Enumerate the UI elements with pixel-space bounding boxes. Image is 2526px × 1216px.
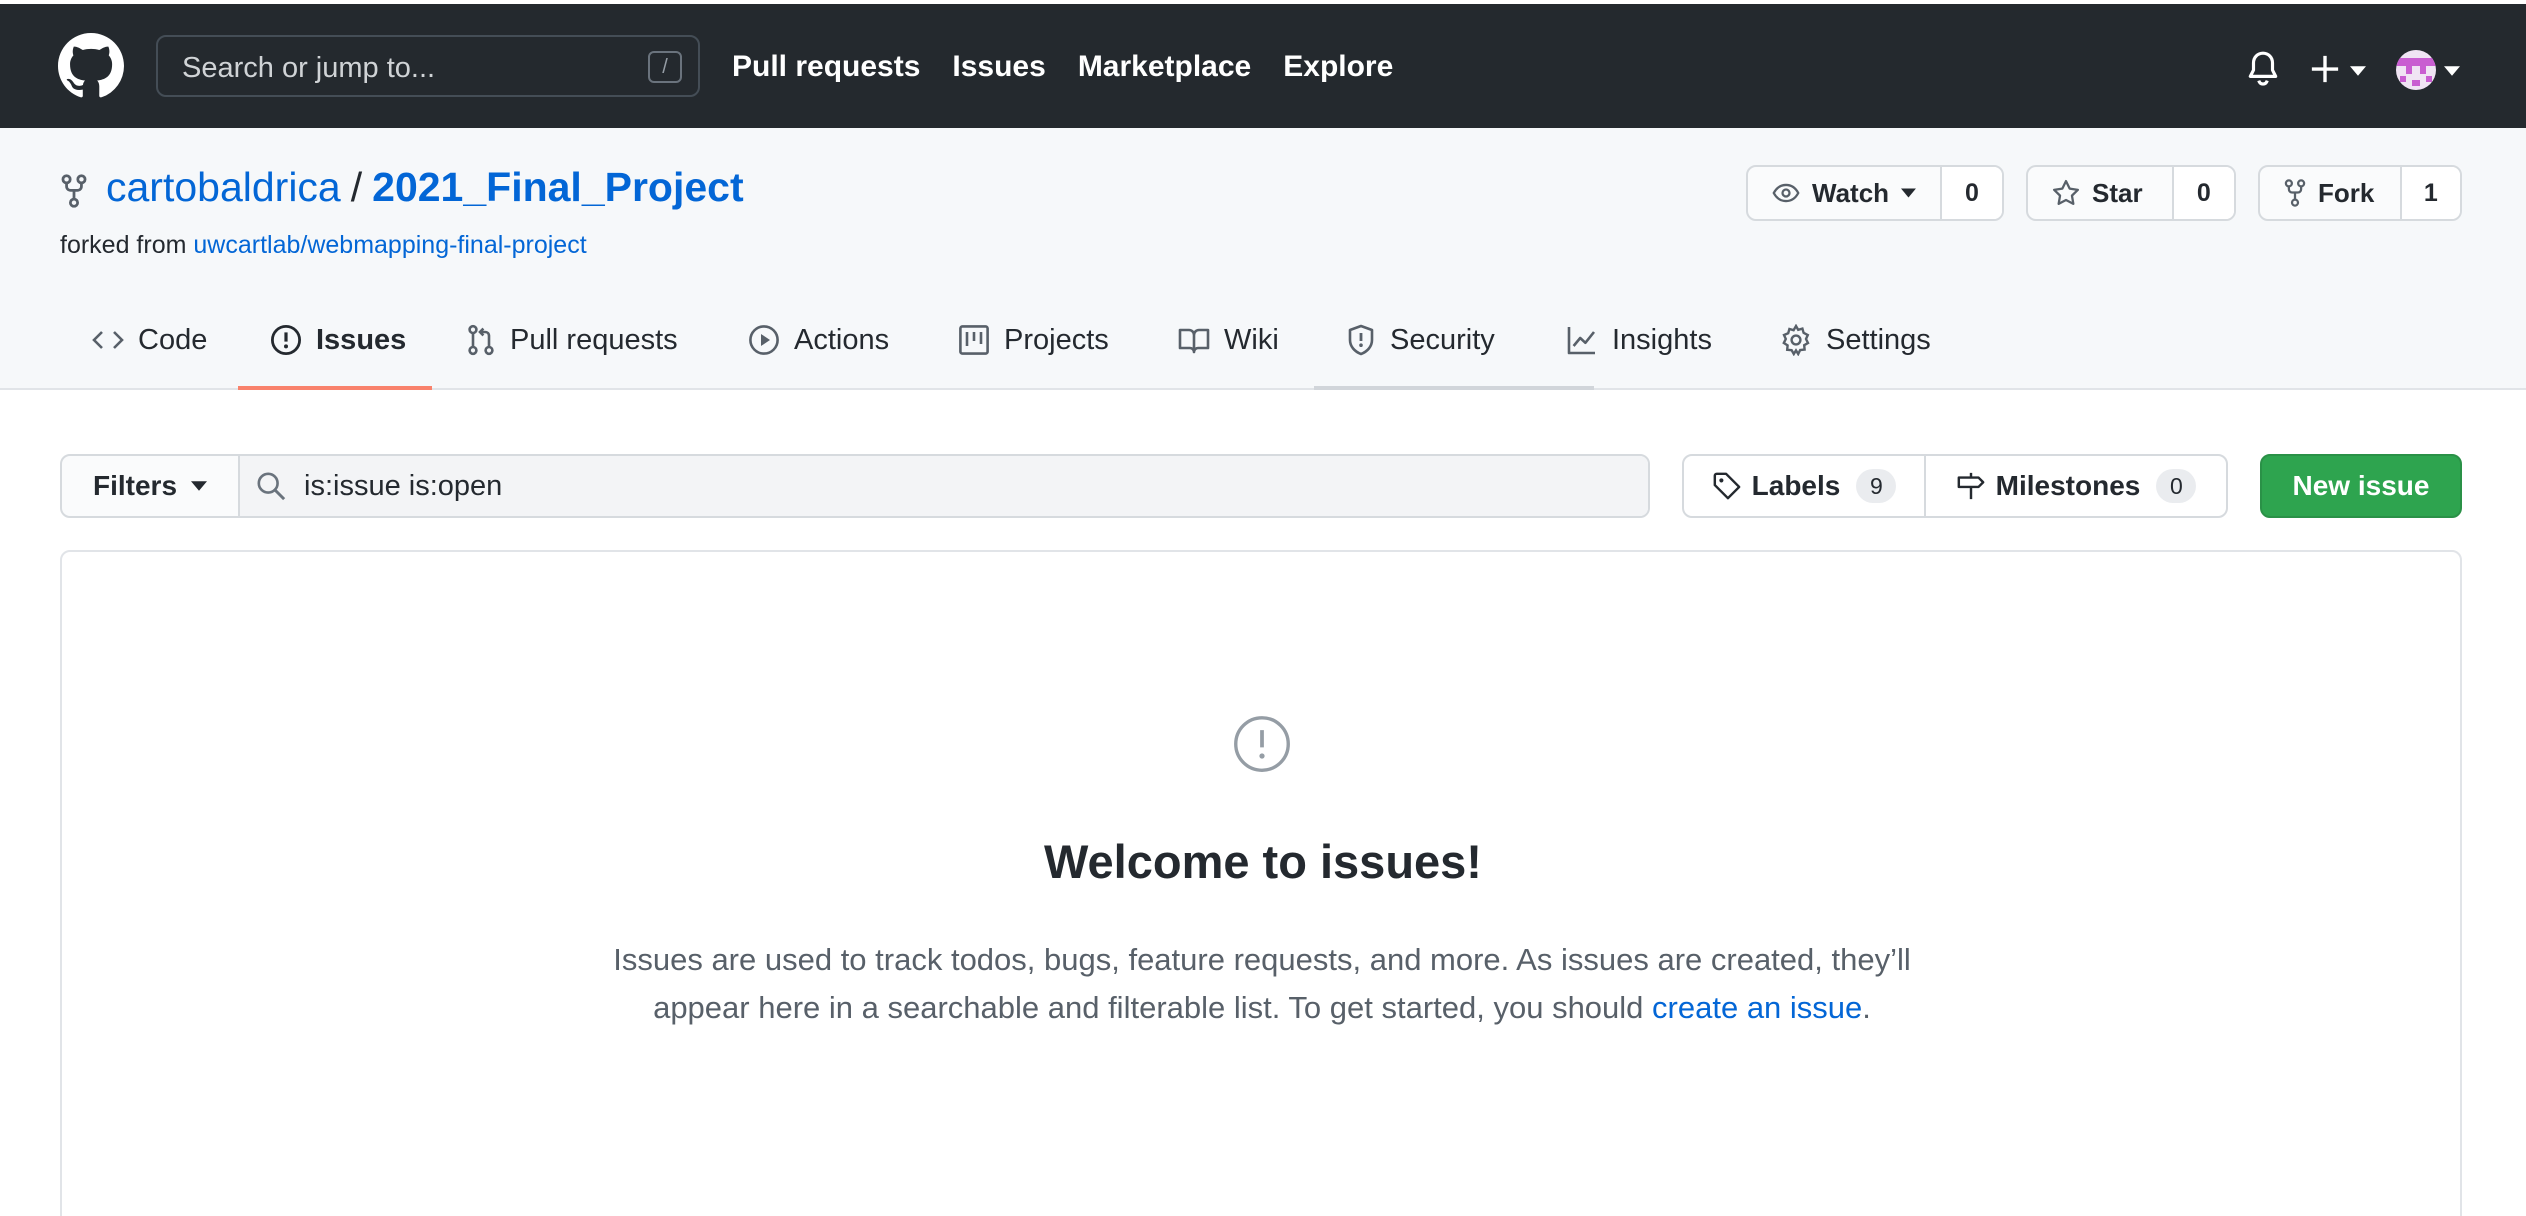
project-icon [959, 325, 989, 355]
repo-title: cartobaldrica/2021_Final_Project [106, 164, 744, 211]
search-shortcut-key: / [648, 51, 682, 83]
forked-from-text: forked from uwcartlab/webmapping-final-p… [60, 231, 587, 260]
tab-label: Code [138, 324, 208, 356]
repository-header: cartobaldrica/2021_Final_Project forked … [0, 128, 2526, 390]
milestone-icon [1957, 472, 1985, 500]
milestones-button[interactable]: Milestones 0 [1926, 456, 2226, 516]
tab-label: Settings [1826, 324, 1931, 356]
tab-label: Wiki [1224, 324, 1279, 356]
create-new-dropdown[interactable] [2310, 50, 2370, 90]
issues-filter-bar: Filters is:issue is:open [60, 454, 1650, 518]
watch-label: Watch [1812, 177, 1890, 208]
tab-label: Insights [1612, 324, 1712, 356]
fork-button-group: Fork 1 [2258, 165, 2462, 221]
tab-label: Security [1390, 324, 1495, 356]
caret-down-icon [1901, 188, 1916, 198]
star-count[interactable]: 0 [2171, 167, 2234, 219]
forked-source-link[interactable]: uwcartlab/webmapping-final-project [193, 231, 586, 259]
active-tab-indicator [238, 386, 432, 390]
fork-label: Fork [2318, 177, 2375, 208]
search-icon [257, 472, 286, 501]
tab-issues[interactable]: Issues [270, 298, 406, 390]
labels-button[interactable]: Labels 9 [1684, 456, 1926, 516]
play-icon [749, 325, 779, 355]
filters-dropdown-button[interactable]: Filters [62, 456, 240, 516]
tab-projects[interactable]: Projects [958, 298, 1109, 390]
eye-icon [1772, 183, 1800, 203]
labels-count-badge: 9 [1856, 469, 1897, 503]
caret-down-icon [2444, 66, 2460, 76]
filters-label: Filters [92, 470, 178, 501]
watch-button[interactable]: Watch [1748, 167, 1940, 219]
tab-label: Projects [1004, 324, 1109, 356]
git-pull-request-icon [468, 324, 494, 356]
watch-count[interactable]: 0 [1940, 167, 2002, 219]
milestones-count-badge: 0 [2156, 469, 2197, 503]
tab-label: Issues [316, 324, 407, 356]
tab-code[interactable]: Code [92, 298, 207, 390]
blankslate-period: . [1862, 990, 1871, 1025]
notifications-bell-icon[interactable] [2246, 50, 2280, 88]
global-nav: Pull requests Issues Marketplace Explore [732, 50, 1393, 84]
issues-blankslate: Welcome to issues! Issues are used to tr… [60, 550, 2462, 1216]
star-button-group: Star 0 [2026, 165, 2236, 221]
forked-from-prefix: forked from [60, 231, 187, 259]
global-header: Search or jump to... / Pull requests Iss… [0, 4, 2526, 128]
nav-explore[interactable]: Explore [1283, 50, 1393, 84]
blankslate-description: Issues are used to track todos, bugs, fe… [602, 936, 1922, 1032]
nav-marketplace[interactable]: Marketplace [1078, 50, 1251, 84]
github-logo-icon[interactable] [58, 33, 124, 99]
global-search-input[interactable]: Search or jump to... / [156, 35, 700, 97]
tab-settings[interactable]: Settings [1780, 298, 1931, 390]
plus-icon [2311, 55, 2339, 83]
tab-label: Pull requests [510, 324, 678, 356]
nav-pull-requests[interactable]: Pull requests [732, 50, 920, 84]
fork-count[interactable]: 1 [2399, 167, 2460, 219]
repo-owner-link[interactable]: cartobaldrica [106, 164, 341, 210]
user-menu-dropdown[interactable] [2396, 48, 2462, 92]
gear-icon [1782, 324, 1810, 356]
repo-forked-icon [61, 174, 87, 208]
repo-forked-icon [2284, 179, 2306, 207]
issue-opened-icon [270, 324, 302, 356]
repo-separator: / [350, 164, 363, 210]
search-placeholder: Search or jump to... [182, 52, 436, 84]
tab-pull-requests[interactable]: Pull requests [466, 298, 678, 390]
labels-label: Labels [1751, 470, 1841, 501]
hover-tab-indicator [1314, 386, 1594, 390]
star-label: Star [2092, 177, 2143, 208]
code-icon [92, 331, 124, 349]
avatar [2396, 50, 2436, 90]
issues-search-input[interactable]: is:issue is:open [240, 456, 1648, 516]
create-issue-link[interactable]: create an issue [1652, 990, 1862, 1025]
blankslate-title: Welcome to issues! [1044, 835, 1482, 888]
watch-button-group: Watch 0 [1746, 165, 2004, 221]
tab-actions[interactable]: Actions [748, 298, 889, 390]
tag-icon [1713, 472, 1741, 500]
issues-search-value: is:issue is:open [304, 469, 503, 502]
tab-insights[interactable]: Insights [1566, 298, 1712, 390]
star-icon [2052, 179, 2080, 205]
milestones-label: Milestones [1995, 470, 2141, 501]
issue-opened-icon [1234, 716, 1290, 772]
book-icon [1178, 328, 1210, 354]
caret-down-icon [2350, 66, 2366, 76]
graph-icon [1567, 327, 1596, 355]
tab-wiki[interactable]: Wiki [1178, 298, 1279, 390]
repo-name-link[interactable]: 2021_Final_Project [372, 164, 743, 210]
star-button[interactable]: Star [2028, 167, 2172, 219]
tab-security[interactable]: Security [1346, 298, 1495, 390]
fork-button[interactable]: Fork [2260, 167, 2400, 219]
caret-down-icon [191, 481, 208, 491]
tab-label: Actions [794, 324, 890, 356]
labels-milestones-group: Labels 9 Milestones 0 [1682, 454, 2228, 518]
shield-icon [1348, 324, 1374, 356]
new-issue-button[interactable]: New issue [2260, 454, 2462, 518]
nav-issues[interactable]: Issues [952, 50, 1045, 84]
